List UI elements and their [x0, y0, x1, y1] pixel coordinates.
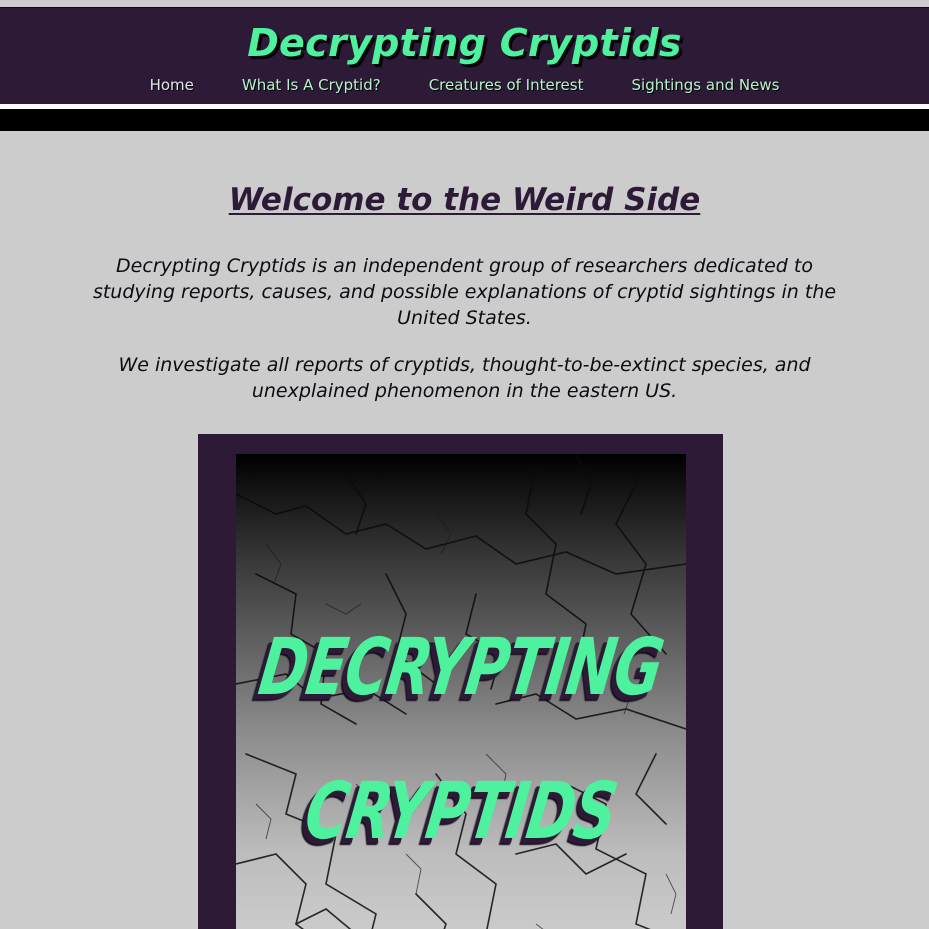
mission-paragraph: We investigate all reports of cryptids, … [118, 354, 811, 402]
main-nav: Home What Is A Cryptid? Creatures of Int… [0, 74, 929, 96]
nav-link-creatures-of-interest[interactable]: Creatures of Interest [429, 74, 584, 96]
nav-link-sightings-and-news[interactable]: Sightings and News [632, 74, 780, 96]
welcome-heading: Welcome to the Weird Side [0, 178, 929, 222]
top-border [0, 0, 929, 8]
site-header: Decrypting Cryptids Home What Is A Crypt… [0, 8, 929, 104]
poster-frame: DECRYPTING CRYPTIDS [198, 434, 723, 929]
nav-link-home[interactable]: Home [150, 74, 194, 96]
page: Decrypting Cryptids Home What Is A Crypt… [0, 0, 929, 929]
poster-image: DECRYPTING CRYPTIDS [236, 454, 686, 929]
nav-link-what-is-a-cryptid[interactable]: What Is A Cryptid? [242, 74, 381, 96]
poster-title-line2: CRYPTIDS [299, 765, 623, 857]
intro-paragraph: Decrypting Cryptids is an independent gr… [92, 255, 837, 329]
header-black-bar [0, 109, 929, 131]
poster-title-line1: DECRYPTING [253, 621, 669, 713]
welcome-heading-text: Welcome to the Weird Side [228, 182, 701, 218]
site-title: Decrypting Cryptids [247, 21, 682, 65]
